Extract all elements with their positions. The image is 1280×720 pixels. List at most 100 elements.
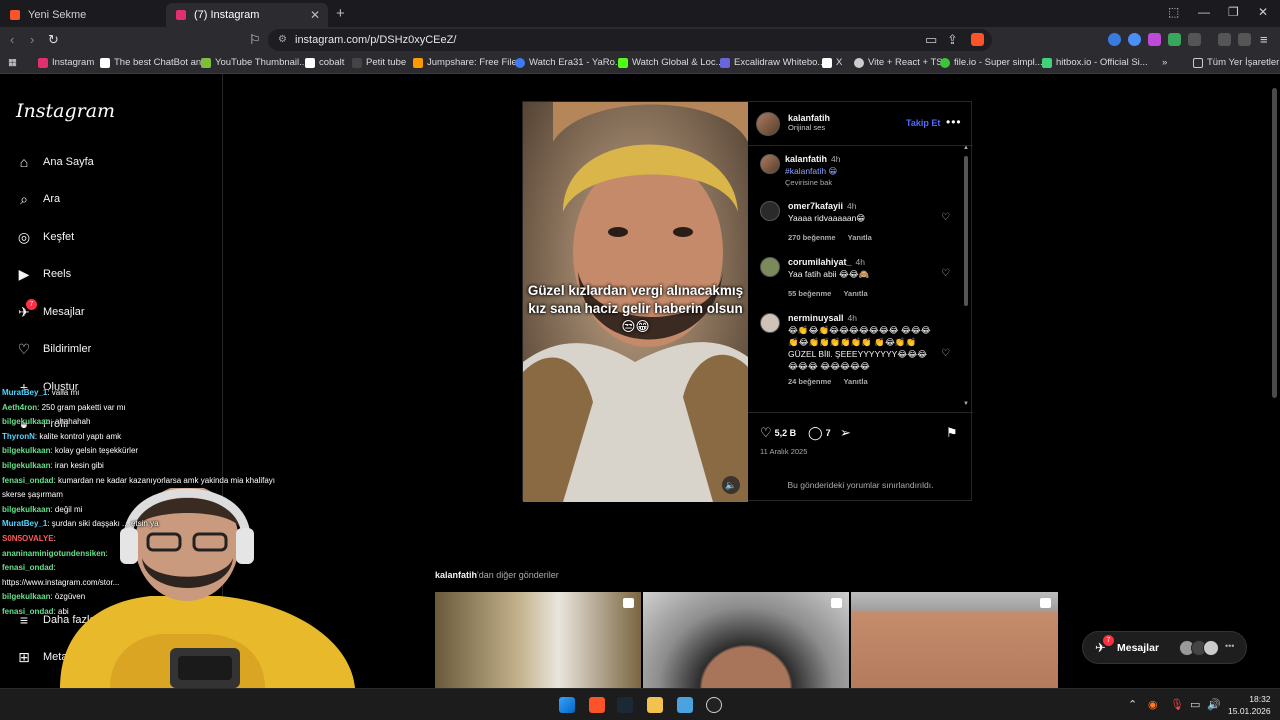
back-icon[interactable]: ‹ — [10, 32, 14, 47]
address-bar[interactable]: ⚙ instagram.com/p/DSHz0xyCEeZ/ — [268, 29, 992, 51]
tab-new-tab[interactable]: Yeni Sekme — [0, 3, 166, 27]
caption-text[interactable]: #kalanfatih 😁 — [785, 165, 985, 177]
sidebar-toggle-icon[interactable] — [1188, 33, 1201, 46]
chat-text: : değil mi — [50, 504, 83, 514]
apps-grid-icon[interactable]: ▦ — [8, 57, 17, 68]
chat-username: MuratBey_1 — [2, 519, 48, 529]
bookmark-era31[interactable]: Watch Era31 - YaRo... — [515, 57, 623, 68]
scroll-up-icon[interactable]: ▲ — [963, 145, 969, 151]
sidebar-item-home[interactable]: ⌂ Ana Sayfa — [16, 154, 94, 170]
bookmark-vite[interactable]: Vite + React + TS — [854, 57, 943, 68]
new-tab-button[interactable]: + — [336, 5, 345, 22]
save-icon[interactable]: ⚑ — [946, 425, 958, 441]
reply-link[interactable]: Yanıtla — [848, 233, 872, 242]
sidebar-item-search[interactable]: ⌕ Ara — [16, 191, 60, 207]
chat-username: fenasi_ondad — [2, 475, 54, 485]
media-icon[interactable] — [1218, 33, 1231, 46]
close-tab-icon[interactable]: ✕ — [310, 8, 320, 22]
page-scroll-thumb[interactable] — [1272, 88, 1277, 398]
close-window-icon[interactable]: ✕ — [1258, 5, 1268, 19]
tray-overflow-icon[interactable]: ⌃ — [1128, 698, 1137, 711]
site-settings-icon[interactable]: ⚙ — [278, 29, 287, 51]
post-video[interactable]: Güzel kızlardan vergi alınacakmış kız sa… — [523, 102, 748, 502]
brave-taskbar-icon[interactable] — [589, 697, 605, 713]
file-explorer-icon[interactable] — [647, 697, 663, 713]
menu-icon[interactable]: ≡ — [1260, 32, 1268, 47]
network-icon[interactable]: ▭ — [1190, 698, 1200, 711]
bookmark-instagram[interactable]: Instagram — [38, 57, 94, 68]
comment-avatar[interactable] — [760, 201, 780, 221]
sidebar-item-notifications[interactable]: ♡ Bildirimler — [16, 341, 92, 357]
share-icon[interactable]: ➢ — [840, 425, 851, 441]
bookmark-chatbot[interactable]: The best ChatBot an... — [100, 57, 209, 68]
extension-2-icon[interactable] — [1128, 33, 1141, 46]
like-comment-icon[interactable]: ♡ — [941, 212, 950, 223]
obs-taskbar-icon[interactable] — [706, 697, 722, 713]
bookmark-jumpshare[interactable]: Jumpshare: Free File... — [413, 57, 525, 68]
bookmarks-overflow-icon[interactable]: » — [1162, 57, 1167, 68]
more-options-icon[interactable]: ••• — [946, 115, 962, 129]
see-translation-link[interactable]: Çevirisine bak — [785, 177, 985, 189]
reply-link[interactable]: Yanıtla — [843, 289, 867, 298]
sidebar-item-reels[interactable]: ▶ Reels — [16, 266, 72, 282]
comment-avatar[interactable] — [760, 257, 780, 277]
like-button[interactable]: ♡ 5,2 B — [760, 425, 796, 441]
post-thumbnail[interactable] — [851, 592, 1058, 688]
caption-avatar[interactable] — [760, 154, 780, 174]
like-count[interactable]: 5,2 B — [775, 428, 797, 438]
extension-3-icon[interactable] — [1148, 33, 1161, 46]
follow-button[interactable]: Takip Et — [906, 118, 940, 128]
reload-icon[interactable]: ↻ — [48, 32, 59, 48]
like-comment-icon[interactable]: ♡ — [941, 348, 950, 359]
bookmark-youtube-thumbnail[interactable]: YouTube Thumbnail... — [201, 57, 307, 68]
reply-link[interactable]: Yanıtla — [843, 377, 867, 386]
bookmark-cobalt[interactable]: cobalt — [305, 57, 344, 68]
bookmark-hitbox[interactable]: hitbox.io - Official Si... — [1042, 57, 1148, 68]
sidebar-item-messages[interactable]: ✈ 7 Mesajlar — [16, 299, 85, 320]
start-icon[interactable] — [559, 697, 575, 713]
instagram-logo[interactable]: Instagram — [16, 100, 115, 122]
bookmark-excalidraw[interactable]: Excalidraw Whitebo... — [720, 57, 825, 68]
tab-title: (7) Instagram — [194, 9, 260, 21]
author-username[interactable]: kalanfatih — [788, 113, 830, 123]
bookmark-x[interactable]: X — [822, 57, 842, 68]
bookmark-kick[interactable]: Watch Global & Loc... — [618, 57, 724, 68]
minimize-icon[interactable]: — — [1198, 5, 1210, 19]
bookmark-icon[interactable]: ⚐ — [249, 32, 261, 48]
volume-icon[interactable]: 🔊 — [1207, 698, 1221, 711]
steam-taskbar-icon[interactable] — [617, 697, 633, 713]
page-scrollbar[interactable] — [1270, 74, 1280, 688]
taskbar-clock[interactable]: 18:32 15.01.2026 — [1228, 693, 1271, 717]
extension-4-icon[interactable] — [1168, 33, 1181, 46]
extensions-icon[interactable]: ⬚ — [1168, 5, 1179, 19]
mute-icon[interactable]: 🔈 — [722, 476, 740, 494]
post-thumbnail[interactable] — [435, 592, 641, 688]
restore-icon[interactable]: ❐ — [1228, 5, 1239, 19]
all-bookmarks[interactable]: Tüm Yer İşaretleri — [1193, 57, 1280, 68]
forward-icon[interactable]: › — [30, 32, 34, 47]
audio-label[interactable]: Orijinal ses — [788, 123, 830, 132]
messages-floating-button[interactable]: ✈ 7 Mesajlar ••• — [1082, 631, 1247, 664]
caption-username[interactable]: kalanfatih — [785, 154, 827, 164]
bookmark-petit-tube[interactable]: Petit tube — [352, 57, 406, 68]
wallet-icon[interactable] — [1238, 33, 1251, 46]
tab-instagram[interactable]: (7) Instagram ✕ — [166, 3, 328, 27]
author-avatar[interactable] — [756, 112, 780, 136]
comments-scroll-thumb[interactable] — [964, 156, 968, 306]
scroll-down-icon[interactable]: ▼ — [963, 401, 969, 407]
tray-app-icon[interactable]: ◉ — [1148, 698, 1158, 711]
share-icon[interactable]: ⇪ — [947, 32, 958, 48]
extension-1-icon[interactable] — [1108, 33, 1121, 46]
cast-icon[interactable]: ▭ — [925, 32, 937, 48]
like-comment-icon[interactable]: ♡ — [941, 268, 950, 279]
brave-shields-icon[interactable] — [971, 33, 984, 46]
post-thumbnail[interactable] — [643, 592, 849, 688]
sidebar-item-explore[interactable]: ◎ Keşfet — [16, 229, 74, 245]
comment-button[interactable]: ◯ 7 — [808, 425, 831, 441]
comments-scrollbar[interactable]: ▲ ▼ — [963, 145, 969, 410]
microphone-icon[interactable]: 🎙 — [1170, 698, 1184, 711]
app-taskbar-icon[interactable] — [677, 697, 693, 713]
comment-avatar[interactable] — [760, 313, 780, 333]
bookmark-file-io[interactable]: file.io - Super simpl... — [940, 57, 1043, 68]
more-posts-username[interactable]: kalanfatih — [435, 570, 477, 580]
